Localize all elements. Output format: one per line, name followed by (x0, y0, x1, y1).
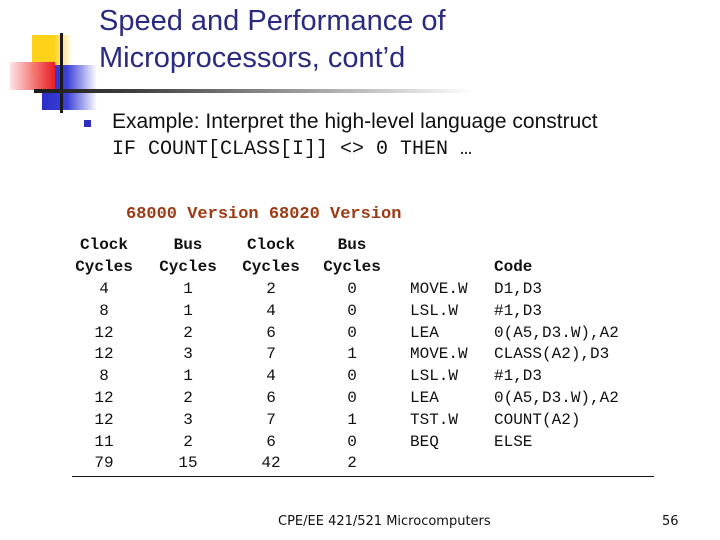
instruction-operand: 0(A5,D3.W),A2 (494, 389, 619, 407)
table-cell: 3 (183, 410, 193, 429)
table-cell: 2 (183, 432, 193, 451)
table-cell: 1 (183, 367, 193, 386)
bullet-text: Example: Interpret the high-level langua… (112, 110, 598, 133)
bullet-square-icon (84, 120, 91, 127)
table-cell: 3 (183, 345, 193, 364)
table-cell: 12 (94, 345, 114, 364)
table-cell: 6 (266, 432, 276, 451)
table-cell: 4 (99, 280, 109, 298)
table-cell: 0 (347, 280, 357, 298)
instruction-opcode: LEA (410, 323, 439, 342)
table-cell: 0 (347, 323, 357, 342)
column-header-line-2: Cycles (75, 258, 133, 276)
table-cell: 2 (266, 280, 276, 298)
column-header-line-2: Cycles (159, 258, 217, 276)
table-cell: 0 (347, 367, 357, 386)
column-header-line-1: Bus (173, 236, 203, 254)
table-cell: 12 (94, 389, 114, 407)
table-cell: 0 (347, 389, 357, 407)
title-underline (34, 89, 474, 93)
column-header-line-2: Cycles (323, 258, 381, 276)
table-cell: 11 (94, 432, 114, 451)
table-cell: 8 (99, 367, 109, 386)
instruction-opcode: LSL.W (410, 367, 459, 386)
table-cell: 1 (183, 280, 193, 298)
footer-page-number: 56 (662, 514, 679, 529)
instruction-opcode: MOVE.W (410, 280, 468, 298)
column-header-line-1: Bus (337, 236, 367, 254)
table-cell: 1 (347, 410, 357, 429)
table-cell: 4 (266, 367, 276, 386)
table-cell: 0 (347, 301, 357, 320)
table-bottom-rule (72, 476, 654, 477)
instruction-operand: 0(A5,D3.W),A2 (494, 323, 619, 342)
instruction-operand: D1,D3 (494, 280, 543, 298)
logo-vertical-line (60, 33, 63, 113)
table-cell: 0 (347, 432, 357, 451)
slide-title: Speed and Performance of Microprocessors… (99, 3, 446, 77)
column-header-line-1: Clock (246, 236, 295, 254)
instruction-opcode: MOVE.W (410, 345, 468, 364)
slide-title-line-2: Microprocessors, cont’d (99, 42, 406, 74)
table-cell: 7 (266, 345, 276, 364)
slide-title-line-1: Speed and Performance of (99, 5, 446, 37)
table-cell: 2 (183, 389, 193, 407)
versions-label: 68000 Version 68020 Version (126, 205, 402, 224)
column-header-line-2: Cycles (242, 258, 300, 276)
table-cell: 6 (266, 323, 276, 342)
instruction-opcode: LSL.W (410, 301, 459, 320)
instruction-operand: CLASS(A2),D3 (494, 345, 610, 364)
instruction-operand: #1,D3 (494, 367, 543, 386)
instruction-opcode: BEQ (410, 432, 439, 451)
footer-course: CPE/EE 421/521 Microcomputers (278, 514, 491, 529)
table-cell: 12 (94, 323, 114, 342)
instruction-opcode: LEA (410, 389, 439, 407)
table-cell: 4 (266, 301, 276, 320)
instruction-opcode: TST.W (410, 410, 459, 429)
logo-red-square (10, 62, 55, 90)
column-header-line-1: Clock (79, 236, 128, 254)
table-cell: 12 (94, 410, 114, 429)
table-cell: 2 (183, 323, 193, 342)
instruction-operand: COUNT(A2) (494, 410, 581, 429)
table-cell: 6 (266, 389, 276, 407)
table-cell: 1 (183, 301, 193, 320)
instruction-operand: ELSE (494, 432, 533, 451)
column-header-code: Code (494, 258, 533, 276)
total-cell: 2 (347, 454, 357, 473)
table-cell: 1 (347, 345, 357, 364)
instruction-operand: #1,D3 (494, 301, 543, 320)
table-cell: 8 (99, 301, 109, 320)
total-cell: 15 (178, 454, 198, 473)
code-construct: IF COUNT[CLASS[I]] <> 0 THEN … (112, 138, 473, 161)
table-cell: 7 (266, 410, 276, 429)
total-cell: 42 (261, 454, 281, 473)
total-cell: 79 (94, 454, 114, 473)
